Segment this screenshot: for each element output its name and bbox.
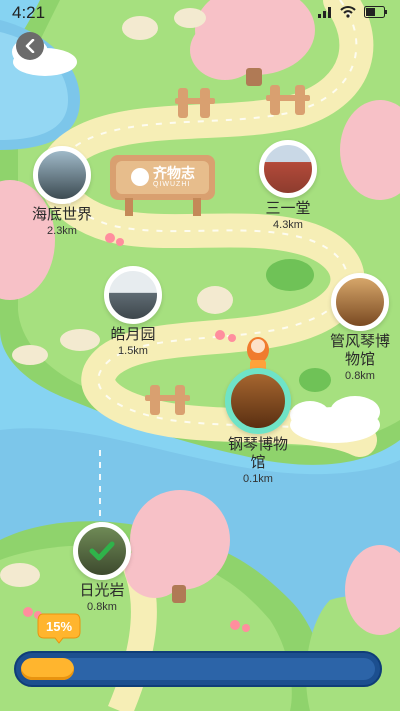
back-button[interactable] — [16, 32, 44, 60]
poi-guanfengqin-bowuguan[interactable]: 管风琴博物馆 0.8km — [320, 273, 400, 383]
map-stage: 齐物志 QIWUZHI 4:21 海底世界 2.3km 三一堂 4.3km 皓月… — [0, 0, 400, 711]
progress-bar — [14, 651, 382, 687]
poi-haidi-shijie[interactable]: 海底世界 2.3km — [22, 146, 102, 238]
brand-pinyin: QIWUZHI — [153, 181, 191, 188]
chevron-left-icon — [25, 39, 35, 53]
poi-name: 钢琴博物馆 — [227, 436, 288, 471]
poi-thumbnail — [259, 140, 317, 198]
poi-distance: 4.3km — [273, 219, 303, 231]
progress-fill — [21, 658, 75, 680]
poi-thumbnail — [331, 273, 389, 331]
poi-distance: 2.3km — [47, 225, 77, 237]
poi-thumbnail — [33, 146, 91, 204]
poi-sanyitang[interactable]: 三一堂 4.3km — [248, 140, 328, 232]
poi-distance: 1.5km — [118, 345, 148, 357]
checkmark-icon — [89, 541, 115, 561]
poi-distance: 0.8km — [345, 370, 375, 382]
signal-icon — [318, 7, 331, 18]
brand-name: 齐物志 — [153, 165, 195, 181]
poi-name: 皓月园 — [110, 326, 156, 343]
progress-track — [21, 658, 375, 680]
brand-sign: 齐物志 QIWUZHI — [133, 165, 213, 188]
poi-name: 海底世界 — [31, 206, 92, 223]
poi-thumbnail — [73, 522, 131, 580]
poi-thumbnail — [104, 266, 162, 324]
poi-name: 三一堂 — [265, 200, 311, 217]
poi-distance: 0.1km — [243, 473, 273, 485]
status-time: 4:21 — [12, 3, 46, 22]
poi-haoyue-yuan[interactable]: 皓月园 1.5km — [93, 266, 173, 358]
poi-name: 管风琴博物馆 — [329, 333, 390, 368]
progress-percent: 15% — [45, 619, 73, 634]
poi-name: 日光岩 — [79, 582, 125, 599]
poi-riguangyan[interactable]: 日光岩 0.8km — [62, 522, 142, 614]
status-bar: 4:21 — [0, 0, 400, 26]
battery-icon — [364, 6, 387, 18]
progress-badge: 15% — [37, 612, 81, 644]
poi-gangqin-bowuguan[interactable]: 钢琴博物馆 0.1km — [218, 368, 298, 486]
poi-thumbnail-active — [225, 368, 291, 434]
wifi-icon — [340, 6, 356, 18]
